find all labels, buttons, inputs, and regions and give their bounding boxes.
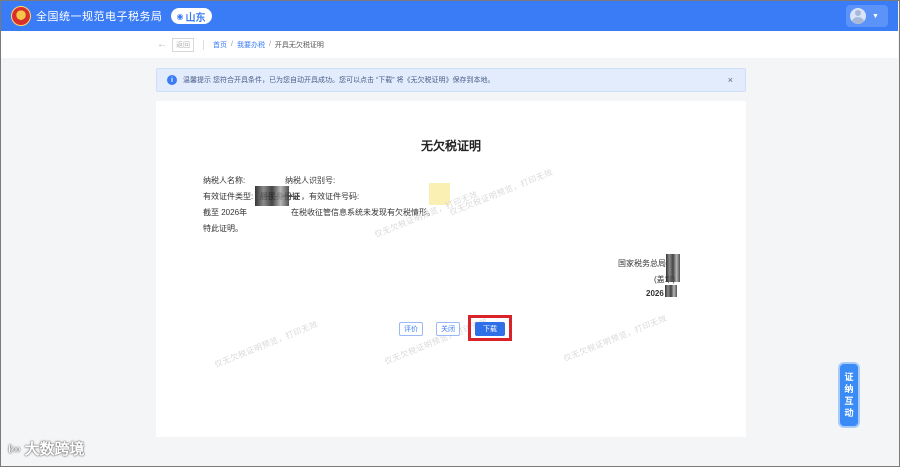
redacted-block [255, 186, 289, 206]
info-alert: i 温馨提示 您符合开具条件，已为您自动开具成功。您可以点击 “下载” 将《无欠… [156, 68, 746, 92]
brand-logo-icon: ℓ∞ [8, 441, 21, 456]
download-highlight-box [468, 315, 512, 341]
interaction-side-button[interactable]: 证 纳 互 动 [838, 362, 860, 428]
certificate-card: 无欠税证明 纳税人名称: 纳税人识别号: 有效证件类型: 居民身份证 ，有效证件… [156, 101, 746, 437]
region-label: 山东 [185, 12, 206, 24]
site-title: 全国统一规范电子税务局 [36, 11, 163, 23]
breadcrumb-tax[interactable]: 我要办税 [237, 40, 265, 50]
breadcrumb-current: 开具无欠税证明 [274, 41, 324, 49]
breadcrumb-home[interactable]: 首页 [213, 40, 227, 50]
evaluate-button[interactable]: 评价 [399, 322, 423, 336]
breadcrumb-separator: / [231, 41, 233, 48]
id-type-label: 有效证件类型: [203, 192, 254, 201]
back-arrow-icon[interactable]: ← [157, 39, 167, 50]
redacted-date [665, 285, 677, 297]
side-button-char: 互 [844, 396, 854, 406]
close-icon[interactable]: × [728, 75, 733, 85]
watermark: 仅无欠税证明预览，打印无效 [562, 313, 669, 364]
avatar-icon [850, 8, 866, 24]
region-selector[interactable]: ◉ 山东 [170, 8, 213, 24]
side-button-char: 证 [844, 372, 854, 382]
alert-text: 温馨提示 您符合开具条件，已为您自动开具成功。您可以点击 “下载” 将《无欠税证… [183, 77, 495, 84]
back-button[interactable]: 返回 [172, 37, 194, 52]
taxpayer-name-label: 纳税人名称: [203, 176, 246, 185]
location-pin-icon: ◉ [176, 11, 184, 21]
tax-emblem-icon [11, 6, 31, 26]
hereby-text: 特此证明。 [203, 224, 243, 233]
user-menu[interactable]: ▼ [846, 5, 888, 27]
close-button[interactable]: 关闭 [436, 322, 460, 336]
watermark: 仅无欠税证明预览，打印无效 [213, 319, 320, 370]
brand-name: 大数跨境 [24, 441, 85, 458]
issuer-text: 国家税务总局 [618, 259, 666, 268]
redacted-seal [666, 254, 680, 282]
breadcrumb-bar: ← 返回 首页 / 我要办税 / 开具无欠税证明 [1, 31, 898, 58]
as-of-date: 截至 2026年 [203, 208, 248, 217]
side-button-char: 纳 [844, 384, 854, 394]
brand-watermark: ℓ∞ 大数跨境 [8, 438, 84, 459]
chevron-down-icon: ▼ [872, 12, 879, 20]
certificate-title: 无欠税证明 [420, 139, 481, 153]
info-icon: i [167, 75, 177, 85]
top-header: 全国统一规范电子税务局 ◉ 山东 ▼ [1, 1, 898, 31]
id-number-label: ，有效证件号码: [301, 192, 360, 201]
breadcrumb-separator: / [268, 41, 271, 48]
taxpayer-id-label: 纳税人识别号: [285, 176, 336, 185]
side-button-char: 动 [844, 408, 854, 418]
divider [203, 39, 204, 50]
issue-date: 2026 [646, 289, 664, 298]
